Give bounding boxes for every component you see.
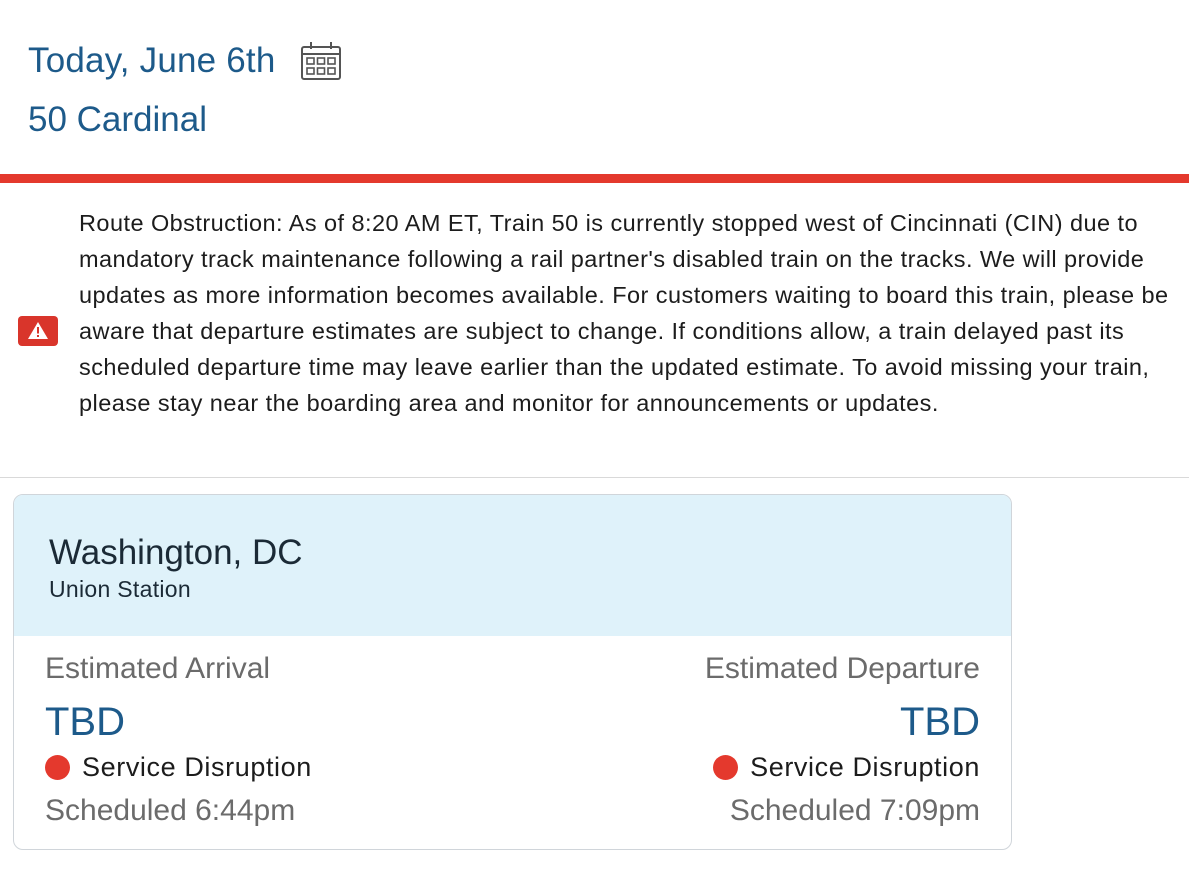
- departure-value: TBD: [900, 700, 980, 744]
- departure-column: Estimated Departure TBD Service Disrupti…: [705, 652, 980, 828]
- departure-label: Estimated Departure: [704, 652, 980, 685]
- status-dot-icon: [45, 754, 70, 780]
- arrival-status: Service Disruption: [45, 750, 312, 784]
- arrival-value: TBD: [45, 700, 125, 744]
- warning-triangle-icon: [18, 316, 58, 346]
- station-city: Washington, DC: [49, 533, 303, 572]
- arrival-scheduled: Scheduled 6:44pm: [45, 794, 296, 827]
- date-row: Today, June 6th: [28, 36, 342, 86]
- calendar-icon[interactable]: [300, 41, 342, 81]
- alert-message: Route Obstruction: As of 8:20 AM ET, Tra…: [79, 210, 1169, 416]
- arrival-column: Estimated Arrival TBD Service Disruption…: [45, 652, 312, 828]
- header: Today, June 6th: [28, 36, 342, 86]
- status-dot-icon: [713, 754, 739, 780]
- departure-status-text: Service Disruption: [750, 751, 980, 782]
- train-name: 50 Cardinal: [28, 100, 207, 139]
- departure-scheduled: Scheduled 7:09pm: [729, 794, 980, 827]
- station-name: Union Station: [49, 576, 191, 602]
- departure-status: Service Disruption: [705, 750, 980, 784]
- date-label: Today, June 6th: [28, 41, 276, 80]
- station-header: Washington, DC Union Station: [14, 495, 1011, 636]
- arrival-label: Estimated Arrival: [45, 652, 271, 685]
- station-card[interactable]: Washington, DC Union Station Estimated A…: [13, 494, 1012, 850]
- arrival-status-text: Service Disruption: [82, 751, 312, 782]
- alert-bar: [0, 174, 1189, 183]
